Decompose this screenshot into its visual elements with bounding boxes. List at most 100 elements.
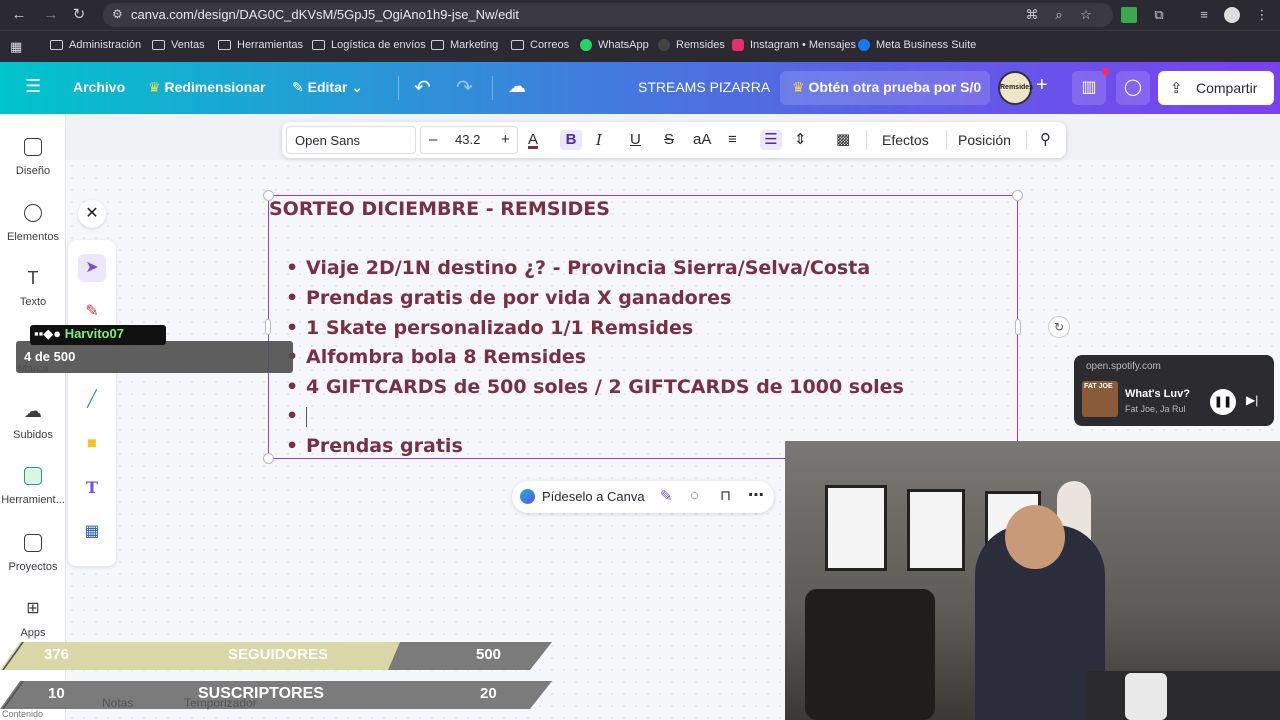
- bookmark-meta[interactable]: Meta Business Suite: [858, 39, 976, 51]
- align-left-icon[interactable]: ≡: [728, 130, 737, 150]
- folder-icon: [50, 40, 63, 50]
- cloud-save-icon[interactable]: ☁: [508, 76, 526, 97]
- bookmark-logistica[interactable]: Logística de envíos: [312, 39, 426, 51]
- share-button[interactable]: ⇪ Compartir: [1158, 71, 1274, 105]
- add-collaborator-icon[interactable]: +: [1036, 74, 1048, 97]
- sidebar-item-diseno[interactable]: Diseño: [0, 138, 66, 177]
- sidebar-item-apps[interactable]: ⊞ Apps: [0, 600, 66, 639]
- bullet-dot: •: [286, 317, 299, 339]
- browser-menu-icon[interactable]: ⋮: [1254, 7, 1270, 23]
- magic-edit-icon[interactable]: ✎: [660, 487, 673, 505]
- ask-canva-button[interactable]: Pídeselo a Canva: [542, 489, 645, 504]
- apps-grid-icon[interactable]: ▦: [10, 39, 22, 55]
- bold-icon[interactable]: B: [560, 130, 582, 150]
- list-item[interactable]: •Alfombra bola 8 Remsides: [286, 346, 586, 368]
- redo-icon[interactable]: ↷: [456, 75, 473, 100]
- timer-button[interactable]: Temporizador: [184, 696, 257, 710]
- reload-icon[interactable]: ↻: [70, 6, 88, 24]
- decrease-size-icon[interactable]: –: [429, 130, 437, 150]
- hamburger-icon[interactable]: ☰: [25, 76, 41, 97]
- media-control-icon[interactable]: ≡: [1196, 7, 1212, 23]
- bullet-dot: •: [286, 287, 299, 309]
- increase-size-icon[interactable]: +: [501, 130, 510, 150]
- rotate-icon[interactable]: ↻: [1048, 316, 1070, 338]
- font-size-value[interactable]: 43.2: [455, 130, 480, 150]
- bullet-list-icon[interactable]: ☰: [760, 130, 782, 150]
- zoom-icon[interactable]: ⌕: [1051, 7, 1067, 23]
- resize-handle[interactable]: [1012, 190, 1023, 201]
- bookmark-remsides[interactable]: Remsides: [658, 39, 725, 51]
- list-item[interactable]: • Prendas gratis: [286, 435, 463, 457]
- side-handle[interactable]: [265, 319, 271, 335]
- list-item-text: Prendas gratis de por vida X ganadores: [306, 287, 732, 309]
- bookmark-ventas[interactable]: Ventas: [152, 39, 205, 51]
- resize-handle[interactable]: [263, 453, 274, 464]
- sidebar-item-herramientas[interactable]: Herramient...: [0, 467, 66, 506]
- analytics-icon[interactable]: ▥: [1072, 71, 1106, 105]
- profile-avatar-icon[interactable]: [1224, 7, 1240, 23]
- add-text-icon[interactable]: T: [78, 474, 106, 502]
- text-icon: T: [27, 268, 39, 288]
- marker-icon[interactable]: ✎: [78, 298, 106, 326]
- bookmark-correos[interactable]: Correos: [511, 39, 569, 51]
- bookmark-star-icon[interactable]: ☆: [1078, 7, 1094, 23]
- pen-icon[interactable]: ╱: [78, 386, 106, 414]
- lock-icon[interactable]: ⊓: [720, 487, 731, 504]
- list-item[interactable]: • Prendas gratis de por vida X ganadores: [286, 287, 731, 309]
- undo-icon[interactable]: ↶: [414, 75, 431, 100]
- bookmark-instagram[interactable]: Instagram • Mensajes: [732, 39, 856, 51]
- list-item[interactable]: • 4 GIFTCARDS de 500 soles / 2 GIFTCARDS …: [286, 376, 904, 398]
- forward-arrow-icon[interactable]: →: [42, 6, 60, 24]
- extension-icon[interactable]: [1121, 7, 1137, 23]
- sidebar-item-proyectos[interactable]: Proyectos: [0, 534, 66, 573]
- underline-icon[interactable]: U: [630, 130, 641, 150]
- bookmark-herramientas[interactable]: Herramientas: [218, 39, 303, 51]
- bookmark-marketing[interactable]: Marketing: [431, 39, 498, 51]
- pause-icon[interactable]: ❚❚: [1210, 389, 1236, 415]
- list-item[interactable]: • 1 Skate personalizado 1/1 Remsides: [286, 317, 693, 339]
- avatar[interactable]: Remsides: [998, 71, 1033, 105]
- sidebar-item-elementos[interactable]: Elementos: [0, 204, 66, 243]
- text-color-icon[interactable]: A: [528, 130, 538, 150]
- board-title[interactable]: SORTEO DICIEMBRE - REMSIDES: [269, 198, 610, 220]
- resize-button[interactable]: ♛ Redimensionar: [148, 79, 266, 96]
- close-icon[interactable]: ✕: [78, 200, 106, 228]
- more-options-icon[interactable]: ⋯: [748, 485, 764, 505]
- select-arrow-icon[interactable]: ➤: [78, 254, 106, 282]
- sidebar-item-subidos[interactable]: ☁ Subidos: [0, 402, 66, 441]
- italic-icon[interactable]: I: [596, 130, 602, 150]
- font-family-select[interactable]: Open Sans: [286, 126, 416, 154]
- effects-button[interactable]: Efectos: [882, 130, 929, 150]
- sidebar-item-label: Apps: [20, 627, 46, 639]
- file-menu-button[interactable]: Archivo: [73, 79, 125, 95]
- list-item[interactable]: •: [286, 405, 307, 427]
- next-track-icon[interactable]: ▶|: [1246, 393, 1258, 407]
- strikethrough-icon[interactable]: S: [664, 130, 674, 150]
- comment-add-icon[interactable]: ◌: [690, 487, 699, 504]
- letter-case-icon[interactable]: aA: [693, 130, 711, 150]
- trial-button[interactable]: ♛ Obtén otra prueba por S/0: [780, 71, 990, 105]
- bookmark-administracion[interactable]: Administración: [50, 39, 141, 51]
- spacing-icon[interactable]: ⇕: [794, 130, 807, 150]
- side-handle[interactable]: [1015, 319, 1021, 335]
- header-divider: [492, 76, 493, 100]
- list-item[interactable]: • Viaje 2D/1N destino ¿? - Provincia Sier…: [286, 257, 870, 279]
- address-bar[interactable]: ⚙ canva.com/design/DAG0C_dKVsM/5GpJ5_Ogi…: [103, 3, 1113, 27]
- copy-style-icon[interactable]: ⚲: [1040, 130, 1051, 150]
- resize-label: Redimensionar: [164, 79, 266, 95]
- position-button[interactable]: Posición: [958, 130, 1011, 150]
- translate-icon[interactable]: ⌘: [1024, 7, 1040, 23]
- back-arrow-icon[interactable]: ←: [10, 6, 28, 24]
- puzzle-extensions-icon[interactable]: ⧉: [1151, 7, 1167, 23]
- design-title[interactable]: STREAMS PIZARRA: [638, 79, 770, 95]
- edit-menu-button[interactable]: ✎ Editar ⌄: [292, 79, 363, 96]
- sidebar-item-texto[interactable]: T Texto: [0, 269, 66, 308]
- site-info-icon[interactable]: ⚙: [112, 7, 123, 21]
- comments-icon[interactable]: ◯: [1116, 71, 1150, 105]
- viewer-tag: ▪▪◆● Harvito07: [30, 325, 166, 345]
- notes-button[interactable]: Notas: [102, 696, 133, 710]
- sticky-note-icon[interactable]: ■: [78, 430, 106, 458]
- bookmark-whatsapp[interactable]: WhatsApp: [580, 39, 649, 51]
- table-icon[interactable]: ▦: [78, 518, 106, 546]
- transparency-icon[interactable]: ▩: [836, 130, 850, 150]
